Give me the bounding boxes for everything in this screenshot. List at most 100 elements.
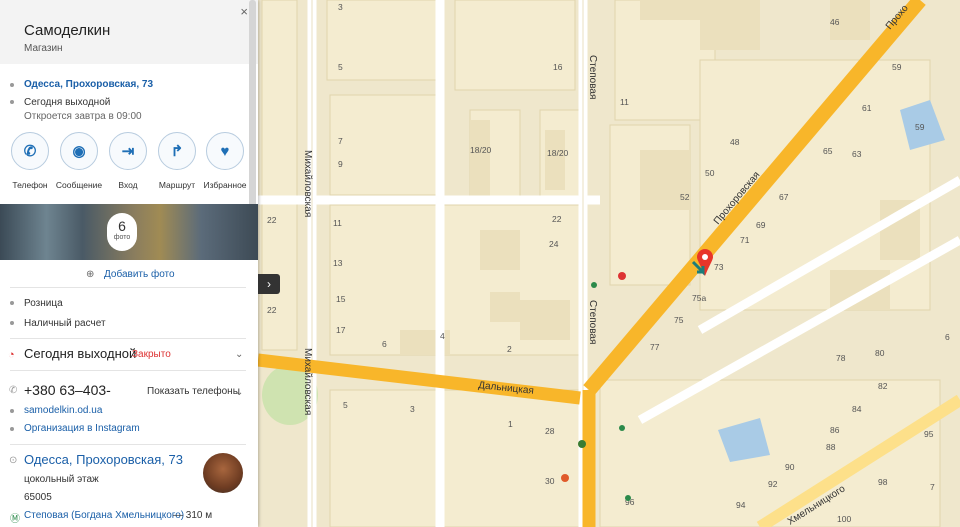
poi-icon xyxy=(561,474,569,482)
metro-icon: Ⓜ xyxy=(10,514,20,525)
svg-text:78: 78 xyxy=(836,353,846,363)
svg-text:65: 65 xyxy=(823,146,833,156)
place-title: Самоделкин xyxy=(24,22,111,39)
svg-text:4: 4 xyxy=(440,331,445,341)
hours-status: Закрыто xyxy=(132,349,171,360)
svg-text:16: 16 xyxy=(553,62,563,72)
feature-item: Наличный расчет xyxy=(24,318,106,329)
bullet-icon xyxy=(10,83,14,87)
svg-text:100: 100 xyxy=(837,514,851,524)
street-label: Михайловская xyxy=(302,150,313,217)
svg-text:92: 92 xyxy=(768,479,778,489)
poi-icon xyxy=(578,440,586,448)
svg-text:73: 73 xyxy=(714,262,724,272)
favorite-button[interactable]: ♥ Избранное xyxy=(201,132,249,190)
metro-distance: — 310 м xyxy=(173,510,213,521)
phone-button[interactable]: ✆ Телефон xyxy=(6,132,54,190)
poi-icon xyxy=(625,495,631,501)
svg-text:18/20: 18/20 xyxy=(470,145,492,155)
photo-word: фото xyxy=(113,234,131,241)
action-label: Сообщение xyxy=(55,180,103,190)
website-link[interactable]: samodelkin.od.ua xyxy=(24,405,102,416)
divider xyxy=(10,287,246,288)
close-icon[interactable]: × xyxy=(240,4,248,19)
globe-icon xyxy=(10,409,14,413)
poi-icon xyxy=(591,282,597,288)
entrance-icon[interactable]: ⇥ xyxy=(109,132,147,170)
instagram-icon xyxy=(10,427,14,431)
add-photo-link[interactable]: Добавить фото xyxy=(104,269,175,280)
address-thumbnail[interactable] xyxy=(203,453,243,493)
collapse-panel-button[interactable]: › xyxy=(258,274,280,294)
route-button[interactable]: ↱ Маршрут xyxy=(153,132,201,190)
svg-text:5: 5 xyxy=(343,400,348,410)
svg-text:50: 50 xyxy=(705,168,715,178)
hours-title[interactable]: Сегодня выходной xyxy=(24,346,136,361)
svg-text:75: 75 xyxy=(674,315,684,325)
svg-text:24: 24 xyxy=(549,239,559,249)
svg-text:90: 90 xyxy=(785,462,795,472)
address-link[interactable]: Одесса, Прохоровская, 73 xyxy=(24,79,153,90)
chevron-down-icon[interactable]: ⌄ xyxy=(235,349,243,360)
postcode-text: 65005 xyxy=(24,492,52,503)
svg-text:80: 80 xyxy=(875,348,885,358)
opens-text: Откроется завтра в 09:00 xyxy=(24,111,142,122)
svg-text:1: 1 xyxy=(508,419,513,429)
full-address-link[interactable]: Одесса, Прохоровская, 73 xyxy=(24,452,183,467)
bullet-icon xyxy=(10,321,14,325)
divider xyxy=(10,444,246,445)
svg-text:6: 6 xyxy=(945,332,950,342)
entrance-button[interactable]: ⇥ Вход xyxy=(104,132,152,190)
poi-icon xyxy=(619,425,625,431)
svg-text:95: 95 xyxy=(924,429,934,439)
route-icon[interactable]: ↱ xyxy=(158,132,196,170)
svg-text:11: 11 xyxy=(333,218,342,228)
photo-count-badge[interactable]: 6 фото xyxy=(107,213,137,251)
svg-text:86: 86 xyxy=(830,425,840,435)
svg-text:17: 17 xyxy=(336,325,346,335)
card-header: Самоделкин Магазин × xyxy=(0,0,258,64)
location-icon: ⊙ xyxy=(9,455,18,466)
chevron-down-icon[interactable]: ⌄ xyxy=(235,387,243,398)
show-phones-link[interactable]: Показать телефоны xyxy=(147,386,240,397)
status-today: Сегодня выходной xyxy=(24,97,111,108)
phone-icon[interactable]: ✆ xyxy=(11,132,49,170)
svg-text:61: 61 xyxy=(862,103,872,113)
divider xyxy=(10,338,246,339)
heart-icon[interactable]: ♥ xyxy=(206,132,244,170)
svg-text:88: 88 xyxy=(826,442,836,452)
svg-text:22: 22 xyxy=(552,214,562,224)
svg-text:67: 67 xyxy=(779,192,789,202)
svg-text:2: 2 xyxy=(507,344,512,354)
phone-number[interactable]: +380 63–403- xyxy=(24,382,111,398)
clock-icon xyxy=(10,100,14,104)
svg-text:15: 15 xyxy=(336,294,346,304)
scrollbar[interactable] xyxy=(249,0,256,210)
svg-text:3: 3 xyxy=(338,2,343,12)
photo-strip[interactable]: 6 фото xyxy=(0,204,258,260)
message-icon[interactable]: ◉ xyxy=(60,132,98,170)
instagram-link[interactable]: Организация в Instagram xyxy=(24,423,140,434)
svg-text:7: 7 xyxy=(930,482,935,492)
bullet-icon xyxy=(10,301,14,305)
photo-count: 6 xyxy=(118,218,126,234)
svg-text:30: 30 xyxy=(545,476,555,486)
svg-text:59: 59 xyxy=(915,122,925,132)
place-card-panel: Самоделкин Магазин × Одесса, Прохоровска… xyxy=(0,0,258,527)
svg-text:82: 82 xyxy=(878,381,888,391)
svg-text:98: 98 xyxy=(878,477,888,487)
floor-text: цокольный этаж xyxy=(24,474,99,485)
svg-text:5: 5 xyxy=(338,62,343,72)
clock-icon: ◔ xyxy=(8,349,15,361)
poi-icon xyxy=(618,272,626,280)
svg-text:48: 48 xyxy=(730,137,740,147)
metro-link[interactable]: Степовая (Богдана Хмельницкого) xyxy=(24,510,184,521)
svg-text:77: 77 xyxy=(650,342,660,352)
svg-text:3: 3 xyxy=(410,404,415,414)
message-button[interactable]: ◉ Сообщение xyxy=(55,132,103,190)
svg-text:7: 7 xyxy=(338,136,343,146)
svg-text:63: 63 xyxy=(852,149,862,159)
svg-text:52: 52 xyxy=(680,192,690,202)
svg-text:22: 22 xyxy=(267,305,277,315)
phone-small-icon: ✆ xyxy=(9,385,18,396)
